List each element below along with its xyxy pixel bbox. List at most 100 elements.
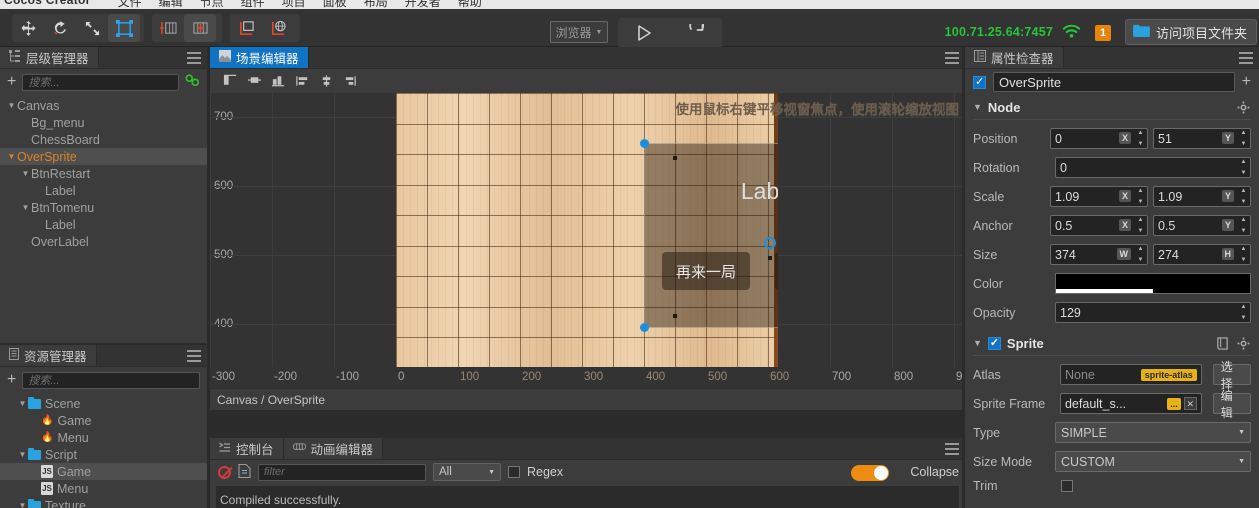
gear-icon[interactable] — [1237, 337, 1250, 353]
sprite-enabled-checkbox[interactable] — [987, 336, 1001, 350]
align-center-h-icon[interactable] — [244, 71, 265, 91]
gear-icon[interactable] — [1237, 101, 1250, 117]
asset-item-menu[interactable]: 🔥 Menu — [0, 429, 207, 446]
clear-sprite-frame-button[interactable]: ✕ — [1183, 397, 1197, 410]
chevron-down-icon[interactable]: ▼ — [20, 169, 31, 178]
scale-tool-button[interactable] — [76, 14, 108, 42]
color-swatch[interactable] — [1055, 273, 1251, 294]
asset-item-scene[interactable]: ▼ Scene — [0, 395, 207, 412]
refresh-button[interactable] — [680, 19, 712, 47]
position-x-field[interactable]: 0 X ▲ ▼ — [1050, 128, 1148, 149]
hierarchy-menu-button[interactable] — [187, 52, 201, 64]
local-coord-tool-button[interactable] — [230, 14, 262, 42]
anchor-handle[interactable] — [764, 237, 776, 249]
trim-checkbox[interactable] — [1061, 480, 1073, 492]
node-name-input[interactable]: OverSprite — [993, 72, 1235, 92]
preview-target-select[interactable]: 浏览器 ▼ — [550, 21, 608, 43]
align-bottom-icon[interactable] — [340, 71, 361, 91]
position-y-field[interactable]: 51 Y ▲ ▼ — [1153, 128, 1251, 149]
resize-handle-bl[interactable] — [640, 323, 649, 332]
hierarchy-node-overlabel[interactable]: OverLabel — [0, 233, 207, 250]
add-node-button[interactable]: + — [7, 74, 16, 90]
help-doc-icon[interactable] — [1216, 337, 1229, 353]
asset-item-game[interactable]: JS Game — [0, 463, 207, 480]
sprite-frame-field[interactable]: default_s... ... ✕ — [1059, 393, 1202, 414]
stepper[interactable]: ▲ ▼ — [1238, 304, 1249, 321]
scene-menu-button[interactable] — [945, 52, 959, 64]
clear-console-button[interactable] — [218, 465, 231, 479]
stepper[interactable]: ▲ ▼ — [1238, 246, 1249, 263]
console-level-select[interactable]: All ▼ — [433, 463, 501, 481]
chevron-down-icon[interactable]: ▼ — [17, 399, 28, 408]
global-coord-tool-button[interactable] — [262, 14, 294, 42]
rect-transform-tool-button[interactable] — [108, 14, 140, 42]
notification-badge[interactable]: 1 — [1095, 25, 1111, 41]
over-sprite-node[interactable]: Label 再来一局 返回菜单 — [640, 139, 778, 332]
link-icon[interactable] — [185, 74, 200, 90]
pivot-tool-button[interactable] — [152, 14, 184, 42]
tab-animation-editor[interactable]: 动画编辑器 — [283, 438, 384, 459]
regex-checkbox[interactable] — [508, 466, 520, 478]
export-log-icon[interactable] — [238, 463, 251, 481]
atlas-select-button[interactable]: 选择 — [1212, 360, 1251, 391]
wifi-icon[interactable] — [1062, 24, 1081, 42]
asset-item-texture[interactable]: ▼ Texture — [0, 497, 207, 508]
add-asset-button[interactable]: + — [7, 372, 16, 388]
opacity-field[interactable]: 129 ▲ ▼ — [1055, 302, 1251, 323]
stepper[interactable]: ▲ ▼ — [1238, 188, 1249, 205]
stepper[interactable]: ▲ ▼ — [1135, 188, 1146, 205]
tab-scene-editor[interactable]: 场景编辑器 — [210, 47, 309, 68]
hierarchy-node-btntomenu[interactable]: ▼ BtnTomenu — [0, 199, 207, 216]
hierarchy-node-chessboard[interactable]: ChessBoard — [0, 131, 207, 148]
menu-item-7[interactable]: 开发者 — [405, 0, 441, 9]
add-component-button[interactable]: + — [1242, 74, 1251, 90]
node-enabled-checkbox[interactable] — [973, 75, 986, 89]
chevron-down-icon[interactable]: ▼ — [20, 203, 31, 212]
hierarchy-search-input[interactable]: 搜索... — [22, 73, 179, 91]
tab-assets[interactable]: 资源管理器 — [0, 345, 97, 366]
stepper[interactable]: ▲ ▼ — [1238, 159, 1249, 176]
node-section-header[interactable]: ▼ Node — [965, 95, 1259, 119]
asset-item-menu[interactable]: JS Menu — [0, 480, 207, 497]
hierarchy-node-label[interactable]: Label — [0, 182, 207, 199]
inspector-menu-button[interactable] — [1239, 52, 1253, 64]
tab-inspector[interactable]: 属性检查器 — [965, 47, 1064, 68]
align-top-icon[interactable] — [292, 71, 313, 91]
move-tool-button[interactable] — [12, 14, 44, 42]
tab-console[interactable]: 控制台 — [210, 438, 284, 459]
menu-item-2[interactable]: 节点 — [200, 0, 224, 9]
asset-item-script[interactable]: ▼ Script — [0, 446, 207, 463]
anchor-y-field[interactable]: 0.5 Y ▲ ▼ — [1153, 215, 1251, 236]
asset-item-game[interactable]: 🔥 Game — [0, 412, 207, 429]
chevron-down-icon[interactable]: ▼ — [6, 101, 17, 110]
sprite-frame-edit-button[interactable]: 编辑 — [1212, 389, 1251, 420]
btn-restart[interactable]: 再来一局 — [662, 252, 750, 290]
chevron-down-icon[interactable]: ▼ — [17, 501, 28, 508]
assets-search-input[interactable]: 搜索... — [22, 371, 200, 389]
resize-handle-tl[interactable] — [640, 139, 649, 148]
align-center-v-icon[interactable] — [316, 71, 337, 91]
hierarchy-node-label[interactable]: Label — [0, 216, 207, 233]
size-x-field[interactable]: 374 W ▲ ▼ — [1050, 244, 1148, 265]
sprite-section-header[interactable]: ▼ Sprite — [965, 331, 1259, 355]
menu-item-8[interactable]: 帮助 — [458, 0, 482, 9]
hierarchy-node-btnrestart[interactable]: ▼ BtnRestart — [0, 165, 207, 182]
sprite-type-select[interactable]: SIMPLE ▼ — [1055, 422, 1251, 443]
menu-item-5[interactable]: 面板 — [323, 0, 347, 9]
chevron-down-icon[interactable]: ▼ — [17, 450, 28, 459]
atlas-field[interactable]: None sprite-atlas — [1059, 364, 1202, 385]
tab-hierarchy[interactable]: 层级管理器 — [0, 47, 99, 68]
hierarchy-node-bg_menu[interactable]: Bg_menu — [0, 114, 207, 131]
size-y-field[interactable]: 274 H ▲ ▼ — [1153, 244, 1251, 265]
play-button[interactable] — [628, 19, 660, 47]
stepper[interactable]: ▲ ▼ — [1135, 246, 1146, 263]
chevron-down-icon[interactable]: ▼ — [6, 152, 17, 161]
align-right-icon[interactable] — [268, 71, 289, 91]
stepper[interactable]: ▲ ▼ — [1238, 130, 1249, 147]
align-left-icon[interactable] — [220, 71, 241, 91]
menu-item-6[interactable]: 布局 — [364, 0, 388, 9]
collapse-toggle[interactable] — [851, 465, 889, 481]
scale-x-field[interactable]: 1.09 X ▲ ▼ — [1050, 186, 1148, 207]
stepper[interactable]: ▲ ▼ — [1238, 217, 1249, 234]
console-filter-input[interactable]: filter — [258, 463, 426, 481]
